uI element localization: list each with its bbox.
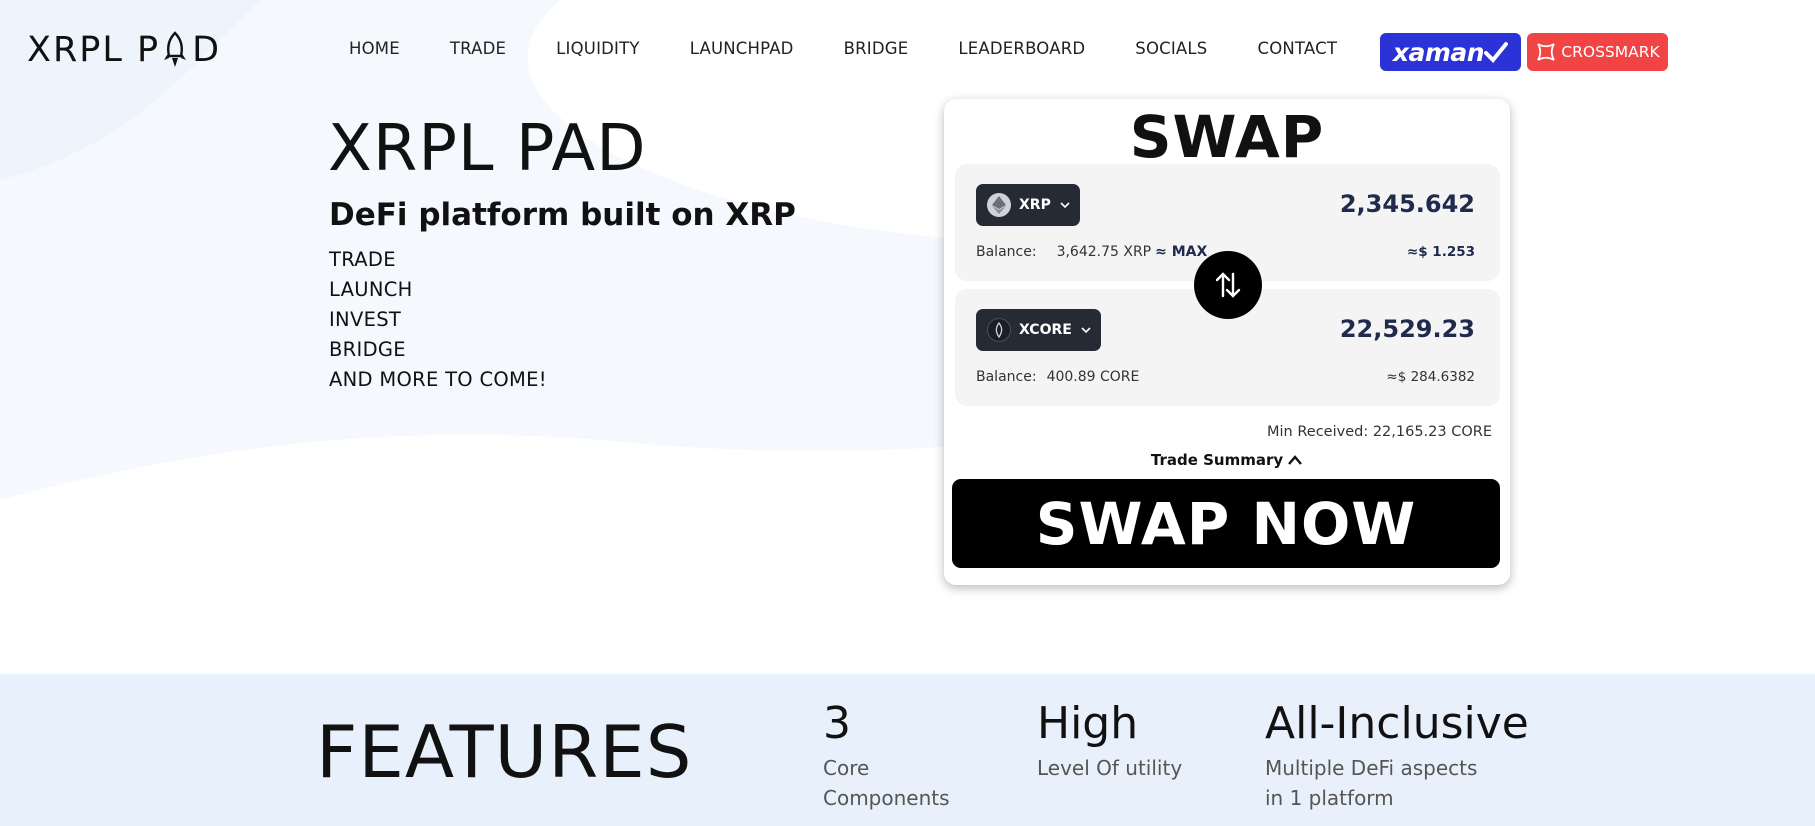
to-usd-value: ≈$ 284.6382 — [1386, 369, 1475, 385]
feature-all-inclusive: All-Inclusive Multiple DeFi aspects in 1… — [1265, 698, 1529, 813]
to-balance-row: Balance: 400.89 CORE ≈$ 284.6382 — [976, 369, 1475, 385]
top-navigation-bar: XRPL P D HOME TRADE LIQUIDITY LAUNCHPAD … — [0, 0, 1815, 104]
feature-value: All-Inclusive — [1265, 698, 1529, 749]
trade-summary-toggle[interactable]: Trade Summary — [944, 451, 1510, 469]
nav-trade[interactable]: TRADE — [450, 39, 506, 58]
crossmark-wallet-button[interactable]: CROSSMARK — [1527, 33, 1668, 71]
nav-leaderboard[interactable]: LEADERBOARD — [958, 39, 1085, 58]
ethereum-icon — [987, 193, 1011, 217]
feature-caption: Multiple DeFi aspects in 1 platform — [1265, 756, 1478, 810]
hero-feature-list: TRADE LAUNCH INVEST BRIDGE AND MORE TO C… — [329, 245, 547, 395]
xaman-wallet-button[interactable]: xaman — [1380, 33, 1521, 71]
crossmark-icon — [1537, 43, 1556, 61]
feature-value: High — [1037, 698, 1139, 749]
nav-socials[interactable]: SOCIALS — [1135, 39, 1207, 58]
main-nav: HOME TRADE LIQUIDITY LAUNCHPAD BRIDGE LE… — [349, 39, 1337, 58]
feature-core-components: 3 Core Components — [823, 698, 950, 813]
from-token-symbol: XRP — [1019, 197, 1051, 213]
swap-arrows-icon — [1215, 272, 1241, 298]
to-amount[interactable]: 22,529.23 — [1340, 315, 1475, 343]
to-balance-value: 400.89 CORE — [1046, 369, 1140, 385]
feature-caption: Level Of utility — [1037, 756, 1183, 780]
from-token-selector[interactable]: XRP — [976, 184, 1080, 226]
list-item: LAUNCH — [329, 278, 413, 301]
balance-label: Balance: — [976, 244, 1037, 260]
list-item: INVEST — [329, 308, 402, 331]
chevron-down-icon — [1060, 202, 1070, 209]
swap-card: SWAP XRP 2,345.642 Balance: 3,642.75 XRP… — [944, 99, 1510, 585]
site-logo[interactable]: XRPL P D — [27, 30, 221, 70]
xcore-token-icon — [987, 318, 1011, 342]
chevron-up-icon — [1288, 455, 1303, 465]
chevron-down-icon — [1081, 327, 1091, 334]
feature-utility: High Level Of utility — [1037, 698, 1182, 783]
list-item: AND MORE TO COME! — [329, 368, 547, 391]
features-title: FEATURES — [316, 710, 693, 794]
checkmark-icon — [1484, 42, 1509, 63]
rocket-icon — [164, 31, 187, 67]
hero-subtitle: DeFi platform built on XRP — [329, 197, 796, 233]
nav-home[interactable]: HOME — [349, 39, 400, 58]
swap-now-button[interactable]: SWAP NOW — [952, 479, 1500, 568]
features-section: FEATURES 3 Core Components High Level Of… — [0, 674, 1815, 826]
swap-title: SWAP — [1129, 103, 1325, 171]
from-usd-value: ≈$ 1.253 — [1406, 244, 1475, 260]
trade-summary-label: Trade Summary — [1150, 451, 1284, 469]
feature-value: 3 — [823, 698, 851, 749]
list-item: TRADE — [329, 248, 396, 271]
to-token-symbol: XCORE — [1019, 322, 1072, 338]
feature-caption: Core Components — [823, 756, 950, 810]
balance-label: Balance: — [976, 369, 1037, 385]
from-amount[interactable]: 2,345.642 — [1340, 190, 1475, 218]
nav-bridge[interactable]: BRIDGE — [844, 39, 909, 58]
swap-direction-button[interactable] — [1194, 251, 1262, 319]
hero-title: XRPL PAD — [328, 112, 647, 186]
from-balance-value: 3,642.75 XRP — [1056, 244, 1152, 260]
min-received: Min Received: 22,165.23 CORE — [1267, 424, 1492, 440]
to-token-selector[interactable]: XCORE — [976, 309, 1101, 351]
max-button[interactable]: ≈ MAX — [1155, 244, 1207, 260]
nav-liquidity[interactable]: LIQUIDITY — [556, 39, 640, 58]
list-item: BRIDGE — [329, 338, 406, 361]
nav-contact[interactable]: CONTACT — [1257, 39, 1337, 58]
nav-launchpad[interactable]: LAUNCHPAD — [690, 39, 794, 58]
